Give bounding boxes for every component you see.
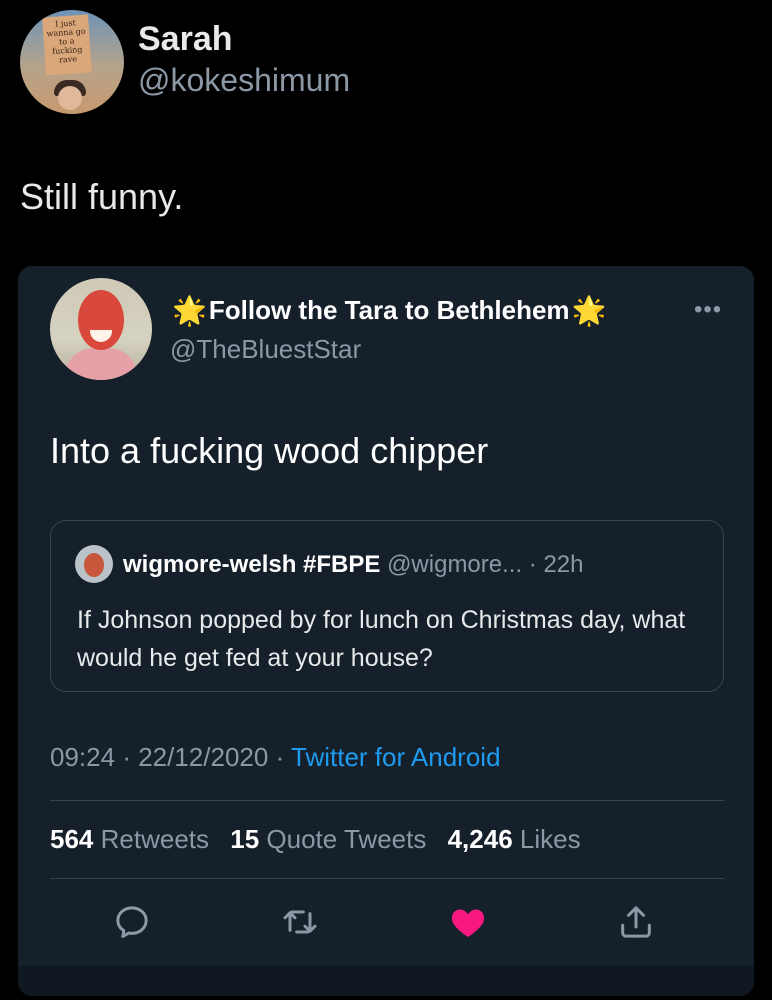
embedded-tweet-card[interactable]: 🌟 Follow the Tara to Bethlehem 🌟 @TheBlu… [18,266,754,996]
like-icon[interactable] [448,902,488,942]
quotes-label: Quote Tweets [266,824,427,854]
embedded-avatar[interactable] [50,278,152,380]
quoted-meta: @wigmore... · 22h [387,551,584,578]
divider [50,800,724,801]
card-bottom-strip [18,966,754,996]
tweet-date[interactable]: 22/12/2020 [138,742,268,772]
separator-dot: · [275,742,291,772]
avatar-face [84,553,104,577]
tweet-timestamp-line: 09:24 · 22/12/2020 · Twitter for Android [50,742,501,773]
retweets-count: 564 [50,824,94,854]
embedded-display-name-text: Follow the Tara to Bethlehem [208,295,570,325]
likes-count: 4,246 [447,824,513,854]
quotes-count: 15 [230,824,260,854]
more-options-button[interactable]: ••• [694,296,722,324]
outer-tweet-text: Still funny. [20,176,184,217]
separator-dot: · [122,742,139,772]
retweet-icon[interactable] [280,902,320,942]
tweet-stats: 564 Retweets 15 Quote Tweets 4,246 Likes [50,824,581,855]
tweet-time[interactable]: 09:24 [50,742,115,772]
retweets-stat[interactable]: 564 Retweets [50,824,209,854]
tweet-source-link[interactable]: Twitter for Android [291,742,501,772]
star-icon: 🌟 [172,295,207,326]
embedded-display-name[interactable]: 🌟 Follow the Tara to Bethlehem 🌟 [170,294,608,327]
outer-display-name[interactable]: Sarah [138,20,233,59]
quoted-tweet[interactable]: wigmore-welsh #FBPE @wigmore... · 22h If… [50,520,724,692]
star-icon: 🌟 [571,295,607,326]
quoted-display-name: wigmore-welsh #FBPE [123,551,381,578]
share-icon[interactable] [616,902,656,942]
avatar-sign: I just wanna go to a fucking rave [42,14,92,76]
likes-stat[interactable]: 4,246 Likes [448,824,581,854]
quoted-tweet-text: If Johnson popped by for lunch on Christ… [77,606,686,672]
quotes-stat[interactable]: 15 Quote Tweets [230,824,426,854]
divider [50,878,724,879]
avatar-face [58,86,82,110]
outer-avatar[interactable]: I just wanna go to a fucking rave [20,10,124,114]
embedded-handle[interactable]: @TheBluestStar [170,334,361,365]
quoted-header: wigmore-welsh #FBPE @wigmore... · 22h [123,551,584,579]
embedded-tweet-text: Into a fucking wood chipper [50,430,489,471]
outer-handle[interactable]: @kokeshimum [138,62,350,99]
quoted-avatar[interactable] [75,545,113,583]
retweets-label: Retweets [100,824,210,854]
reply-icon[interactable] [112,902,152,942]
likes-label: Likes [519,824,581,854]
avatar-body [64,348,138,380]
